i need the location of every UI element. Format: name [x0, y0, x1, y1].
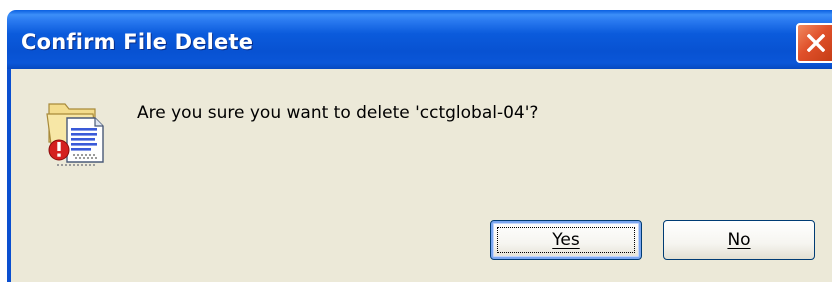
confirm-message: Are you sure you want to delete 'cctglob…: [137, 103, 539, 123]
delete-file-warning-icon: [46, 103, 104, 166]
no-button-label: No: [727, 230, 751, 250]
focus-ring: [497, 227, 635, 253]
close-icon: [807, 34, 825, 52]
yes-button[interactable]: Yes: [490, 220, 642, 260]
dialog-title: Confirm File Delete: [21, 30, 254, 54]
no-button[interactable]: No: [663, 220, 815, 260]
confirm-delete-dialog: Confirm File Delete Are you sure you wan…: [0, 0, 832, 282]
close-button[interactable]: [796, 23, 832, 63]
window-frame-left: [7, 69, 11, 282]
